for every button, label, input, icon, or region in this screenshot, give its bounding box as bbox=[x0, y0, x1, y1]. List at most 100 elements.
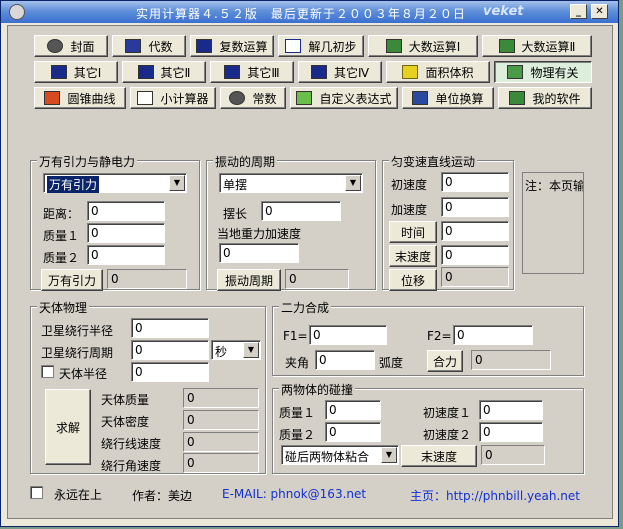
tab-cover[interactable]: 封面 bbox=[34, 35, 108, 57]
f1-label: F1= bbox=[283, 329, 308, 343]
orbit-radius-input[interactable]: 0 bbox=[131, 318, 209, 338]
app-icon[interactable] bbox=[9, 4, 25, 20]
density-result: 0 bbox=[183, 410, 259, 430]
app-window: 实用计算器４.５２版 最后更新于２００３年８月２０日 veket _ ✕ 封面 … bbox=[0, 0, 619, 527]
main-panel: 封面 代数 复数运算 解几初步 大数运算Ⅰ 大数运算Ⅱ 其它Ⅰ 其它Ⅱ 其它Ⅲ … bbox=[7, 25, 613, 519]
title-bar[interactable]: 实用计算器４.５２版 最后更新于２００３年８月２０日 veket _ ✕ bbox=[1, 1, 618, 23]
final-velocity-input[interactable]: 0 bbox=[441, 245, 509, 265]
m2-input[interactable]: 0 bbox=[325, 422, 381, 442]
disc-icon bbox=[47, 39, 64, 53]
gravity-mode-value: 万有引力 bbox=[47, 176, 100, 193]
homepage-link[interactable]: 主页：http://phnbill.yeah.net bbox=[410, 487, 580, 504]
tab-mini-calc[interactable]: 小计算器 bbox=[130, 87, 216, 109]
time-input[interactable]: 0 bbox=[441, 221, 509, 241]
author-text: 作者：美边 bbox=[132, 489, 193, 503]
motion-group: 匀变速直线运动 初速度 0 加速度 0 时间 0 末速度 0 位移 0 bbox=[382, 153, 514, 291]
tab-geometry[interactable]: 解几初步 bbox=[278, 35, 364, 57]
time-button[interactable]: 时间 bbox=[389, 221, 437, 243]
tab-area-volume[interactable]: 面积体积 bbox=[386, 61, 490, 83]
minimize-button[interactable]: _ bbox=[570, 4, 587, 19]
collision-group-title: 两物体的碰撞 bbox=[279, 381, 356, 398]
acceleration-input[interactable]: 0 bbox=[441, 197, 509, 217]
resultant-button[interactable]: 合力 bbox=[427, 350, 463, 372]
physics-icon bbox=[507, 65, 524, 79]
solve-button[interactable]: 求解 bbox=[45, 389, 91, 465]
topmost-checkbox[interactable] bbox=[30, 486, 43, 499]
help-icon bbox=[509, 91, 526, 105]
radius-check-label: 天体半径 bbox=[59, 367, 108, 381]
m1-input[interactable]: 0 bbox=[325, 400, 381, 420]
collision-calc-button[interactable]: 末速度 bbox=[401, 445, 477, 467]
initial-velocity-input[interactable]: 0 bbox=[441, 172, 509, 192]
tab-label: 大数运算Ⅱ bbox=[521, 39, 576, 54]
tab-bignum2[interactable]: 大数运算Ⅱ bbox=[482, 35, 592, 57]
celestial-group: 天体物理 卫星绕行半径 0 卫星绕行周期 0 秒 ▼ 天体半径 0 求解 天体质量… bbox=[30, 299, 266, 474]
linear-speed-result: 0 bbox=[183, 432, 259, 452]
tab-algebra[interactable]: 代数 bbox=[112, 35, 186, 57]
tab-bignum1[interactable]: 大数运算Ⅰ bbox=[368, 35, 478, 57]
tab-label: 封面 bbox=[70, 39, 95, 54]
angular-speed-result: 0 bbox=[183, 453, 259, 473]
v1-label: 初速度１ bbox=[423, 406, 472, 420]
chevron-down-icon[interactable]: ▼ bbox=[169, 175, 185, 191]
tab-complex[interactable]: 复数运算 bbox=[190, 35, 274, 57]
f2-input[interactable]: 0 bbox=[453, 325, 533, 345]
tab-label: 其它Ⅳ bbox=[333, 65, 370, 80]
vibration-calc-button[interactable]: 振动周期 bbox=[217, 269, 281, 291]
tab-other1[interactable]: 其它Ⅰ bbox=[34, 61, 118, 83]
orbit-period-input[interactable]: 0 bbox=[131, 340, 209, 360]
mini-calculator-icon bbox=[137, 91, 154, 105]
v2-label: 初速度２ bbox=[423, 428, 472, 442]
angle-label: 夹角 bbox=[285, 356, 310, 370]
m2-label: 质量２ bbox=[279, 428, 316, 442]
gravity-accel-input[interactable]: 0 bbox=[219, 243, 299, 263]
tab-other2[interactable]: 其它Ⅱ bbox=[122, 61, 206, 83]
f1-input[interactable]: 0 bbox=[309, 325, 387, 345]
mass2-input[interactable]: 0 bbox=[87, 245, 165, 265]
tab-my-software[interactable]: 我的软件 bbox=[498, 87, 592, 109]
angular-speed-label: 绕行角速度 bbox=[101, 459, 162, 473]
collision-mode-select[interactable]: 碰后两物体粘合 ▼ bbox=[281, 445, 399, 465]
chevron-down-icon[interactable]: ▼ bbox=[243, 342, 259, 358]
length-input[interactable]: 0 bbox=[261, 201, 341, 221]
angle-input[interactable]: 0 bbox=[315, 350, 375, 370]
calculator-icon bbox=[224, 65, 241, 79]
vibration-mode-select[interactable]: 单摆 ▼ bbox=[219, 173, 363, 193]
tab-conic[interactable]: 圆锥曲线 bbox=[34, 87, 126, 109]
close-button[interactable]: ✕ bbox=[591, 4, 608, 19]
triangle-icon bbox=[402, 65, 419, 79]
v1-input[interactable]: 0 bbox=[479, 400, 543, 420]
gravity-mode-select[interactable]: 万有引力 ▼ bbox=[43, 173, 187, 193]
force-group: 二力合成 F1= 0 F2= 0 夹角 0 弧度 合力 0 bbox=[272, 299, 584, 376]
window-title: 实用计算器４.５２版 最后更新于２００３年８月２０日 bbox=[136, 7, 466, 21]
distance-input[interactable]: 0 bbox=[87, 201, 165, 221]
tab-unit-convert[interactable]: 单位换算 bbox=[402, 87, 494, 109]
radius-input[interactable]: 0 bbox=[131, 362, 209, 382]
tab-physics[interactable]: 物理有关 bbox=[494, 61, 592, 83]
email-link[interactable]: E-MAIL: phnok@163.net bbox=[222, 487, 366, 501]
brand-logo: veket bbox=[483, 4, 524, 19]
mass1-label: 质量１ bbox=[43, 229, 80, 243]
chevron-down-icon[interactable]: ▼ bbox=[381, 447, 397, 463]
radius-checkbox[interactable] bbox=[41, 365, 54, 378]
v2-input[interactable]: 0 bbox=[479, 422, 543, 442]
gravity-calc-button[interactable]: 万有引力 bbox=[41, 269, 103, 291]
mass1-input[interactable]: 0 bbox=[87, 223, 165, 243]
chevron-down-icon[interactable]: ▼ bbox=[345, 175, 361, 191]
tab-other4[interactable]: 其它Ⅳ bbox=[298, 61, 382, 83]
displacement-button[interactable]: 位移 bbox=[389, 269, 437, 291]
tab-other3[interactable]: 其它Ⅲ bbox=[210, 61, 294, 83]
complex-icon bbox=[196, 39, 213, 53]
tab-custom-expr[interactable]: 自定义表达式 bbox=[290, 87, 398, 109]
conic-icon bbox=[44, 91, 61, 105]
final-velocity-button[interactable]: 末速度 bbox=[389, 245, 437, 267]
tab-label: 小计算器 bbox=[160, 91, 209, 106]
period-unit-select[interactable]: 秒 ▼ bbox=[211, 340, 261, 360]
vibration-mode-value: 单摆 bbox=[223, 178, 248, 192]
density-label: 天体密度 bbox=[101, 415, 150, 429]
length-label: 摆长 bbox=[223, 207, 248, 221]
resultant-result: 0 bbox=[471, 350, 551, 370]
tab-constants[interactable]: 常数 bbox=[220, 87, 286, 109]
linear-speed-label: 绕行线速度 bbox=[101, 437, 162, 451]
angle-unit: 弧度 bbox=[379, 356, 404, 370]
